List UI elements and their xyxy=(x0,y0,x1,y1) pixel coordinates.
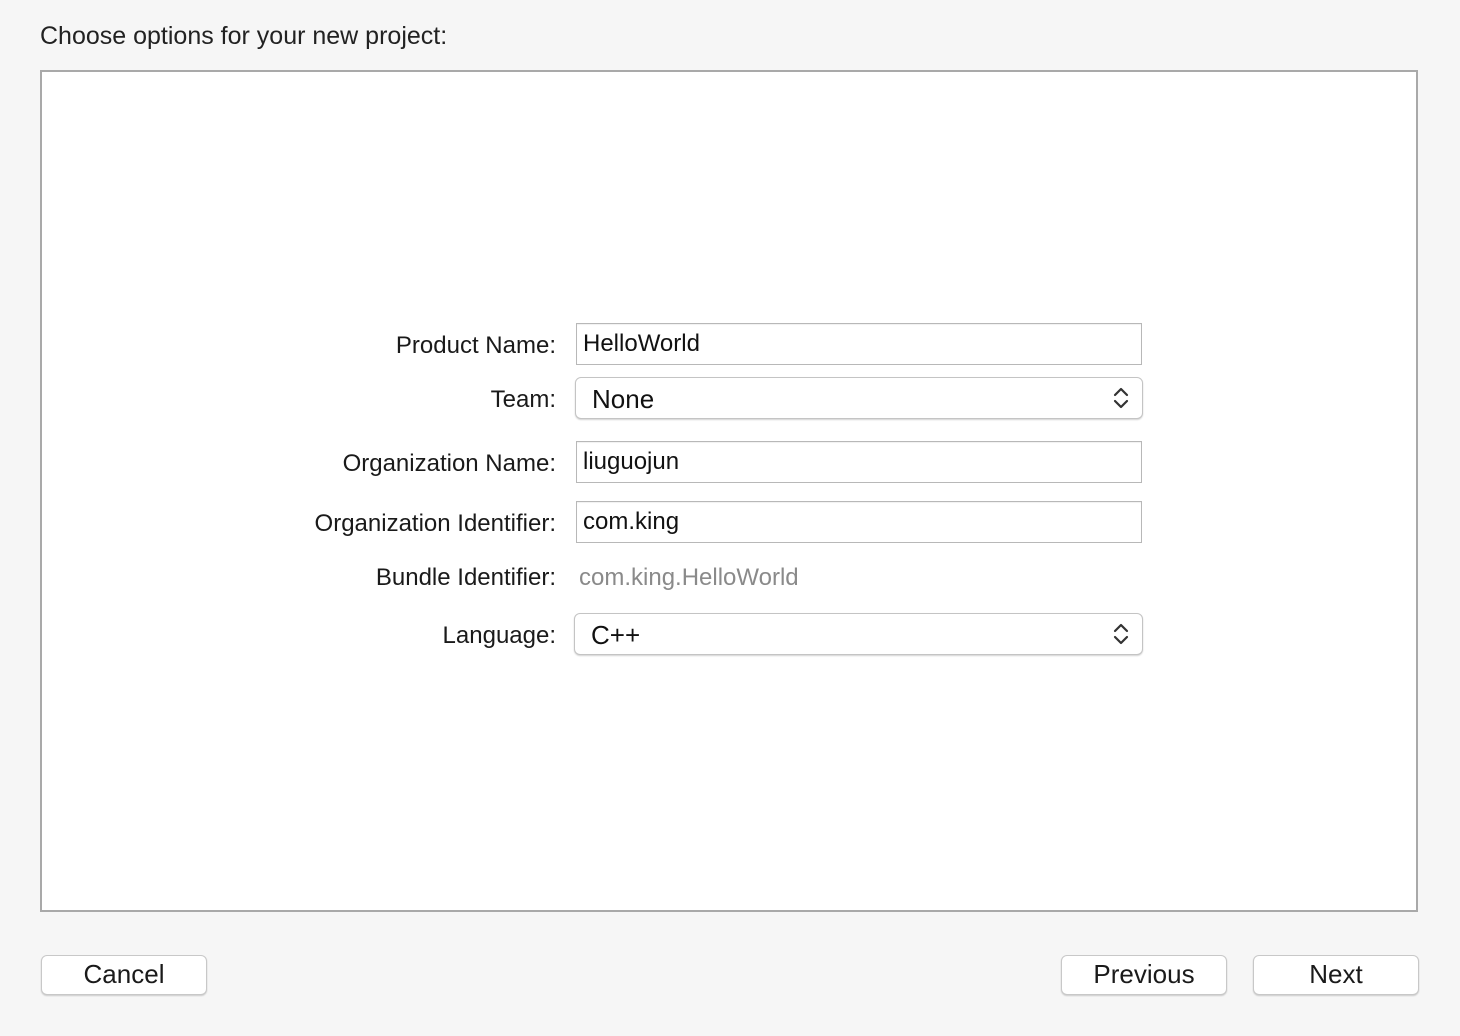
language-label: Language: xyxy=(442,622,556,649)
up-down-chevron-icon xyxy=(1113,623,1129,645)
bundle-identifier-label: Bundle Identifier: xyxy=(375,564,556,591)
product-name-label: Product Name: xyxy=(395,332,556,359)
organization-name-label: Organization Name: xyxy=(342,450,556,477)
next-button[interactable]: Next xyxy=(1253,955,1419,995)
previous-button[interactable]: Previous xyxy=(1061,955,1227,995)
team-label: Team: xyxy=(490,386,556,413)
cancel-button[interactable]: Cancel xyxy=(41,955,207,995)
organization-name-field[interactable] xyxy=(576,441,1142,483)
bundle-identifier-value: com.king.HelloWorld xyxy=(579,564,799,591)
team-popup[interactable]: None xyxy=(575,377,1143,419)
options-panel xyxy=(40,70,1418,912)
product-name-field[interactable] xyxy=(576,323,1142,365)
up-down-chevron-icon xyxy=(1113,387,1129,409)
language-popup[interactable]: C++ xyxy=(574,613,1143,655)
page-title: Choose options for your new project: xyxy=(40,22,448,50)
language-popup-value: C++ xyxy=(591,620,641,650)
organization-identifier-field[interactable] xyxy=(576,501,1142,543)
organization-identifier-label: Organization Identifier: xyxy=(314,510,556,537)
team-popup-value: None xyxy=(592,384,655,414)
